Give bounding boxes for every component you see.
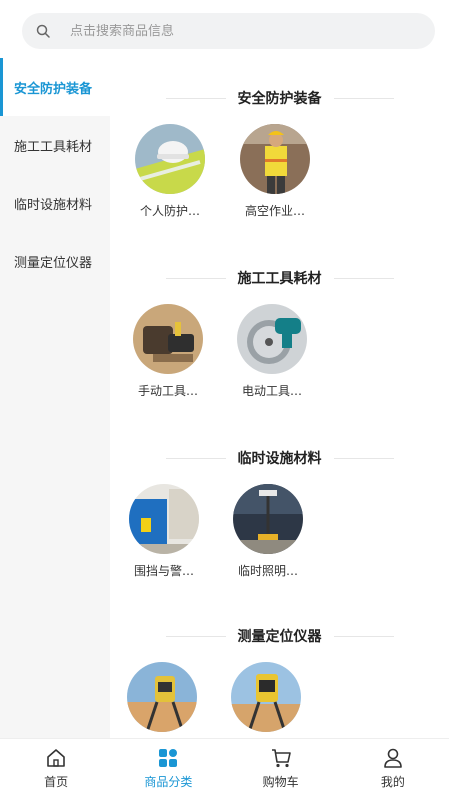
section-title: 安全防护装备: [110, 88, 449, 108]
bottom-tabbar: 首页 商品分类 购物车 我的: [0, 738, 449, 800]
product-item[interactable]: 围挡与警…: [119, 484, 209, 579]
divider: [333, 635, 394, 637]
product-item[interactable]: 高空作业…: [230, 124, 320, 219]
sidebar-item-label: 测量定位仪器: [14, 255, 93, 271]
divider: [165, 277, 226, 279]
tab-label: 我的: [380, 775, 405, 789]
sidebar-item-safety[interactable]: 安全防护装备: [0, 58, 110, 116]
product-image: [135, 124, 205, 194]
product-image: [233, 484, 303, 554]
product-label: 围挡与警…: [133, 564, 194, 578]
section-title-text: 施工工具耗材: [237, 271, 322, 287]
product-label: 手动工具…: [137, 384, 198, 398]
search-input[interactable]: [70, 23, 390, 39]
product-image: [231, 662, 301, 732]
product-item[interactable]: [221, 662, 311, 738]
divider: [165, 635, 226, 637]
product-image: [133, 304, 203, 374]
product-label: 临时照明…: [237, 564, 298, 578]
section-title: 临时设施材料: [110, 448, 449, 468]
product-item[interactable]: 电动工具…: [227, 304, 317, 399]
search-bar[interactable]: [22, 13, 435, 49]
product-label: 高空作业…: [244, 204, 305, 218]
section-temporary: 临时设施材料 围挡与警… 临时照明…: [110, 448, 449, 594]
section-tools: 施工工具耗材 手动工具… 电动工具…: [110, 268, 449, 414]
section-survey: 测量定位仪器: [110, 626, 449, 738]
product-image: [127, 662, 197, 732]
search-header: [0, 0, 449, 60]
sidebar-item-tools[interactable]: 施工工具耗材: [0, 116, 110, 174]
product-label: 电动工具…: [241, 384, 302, 398]
tab-label: 商品分类: [144, 775, 193, 789]
product-image: [129, 484, 199, 554]
section-title-text: 测量定位仪器: [237, 629, 322, 645]
category-content: 安全防护装备 个人防护… 高空作业… 施工工具耗材 手动工具… 电动工具… 临时…: [110, 58, 449, 738]
section-title-text: 安全防护装备: [237, 91, 322, 107]
section-safety: 安全防护装备 个人防护… 高空作业…: [110, 88, 449, 234]
divider: [333, 457, 394, 459]
divider: [165, 97, 226, 99]
sidebar-item-label: 临时设施材料: [14, 197, 93, 213]
sidebar-item-label: 安全防护装备: [14, 81, 93, 97]
sidebar-item-temporary[interactable]: 临时设施材料: [0, 174, 110, 232]
product-label: 个人防护…: [139, 204, 200, 218]
tab-cart[interactable]: 购物车: [225, 739, 337, 800]
section-title: 测量定位仪器: [110, 626, 449, 646]
search-icon: [36, 24, 50, 38]
product-image: [237, 304, 307, 374]
user-icon: [384, 748, 402, 768]
product-item[interactable]: 手动工具…: [123, 304, 213, 399]
tab-label: 购物车: [262, 775, 299, 789]
sidebar-item-label: 施工工具耗材: [14, 139, 93, 155]
tab-category[interactable]: 商品分类: [112, 739, 224, 800]
divider: [333, 97, 394, 99]
product-item[interactable]: 临时照明…: [223, 484, 313, 579]
tab-label: 首页: [44, 775, 69, 789]
tab-profile[interactable]: 我的: [337, 739, 449, 800]
sidebar-item-survey[interactable]: 测量定位仪器: [0, 232, 110, 290]
section-title-text: 临时设施材料: [237, 451, 322, 467]
product-item[interactable]: [117, 662, 207, 738]
divider: [333, 277, 394, 279]
home-icon: [47, 749, 65, 767]
category-icon: [159, 749, 178, 767]
section-title: 施工工具耗材: [110, 268, 449, 288]
divider: [165, 457, 226, 459]
cart-icon: [271, 749, 291, 768]
product-image: [240, 124, 310, 194]
category-sidebar: 安全防护装备 施工工具耗材 临时设施材料 测量定位仪器: [0, 58, 110, 738]
product-item[interactable]: 个人防护…: [125, 124, 215, 219]
tab-home[interactable]: 首页: [0, 739, 112, 800]
